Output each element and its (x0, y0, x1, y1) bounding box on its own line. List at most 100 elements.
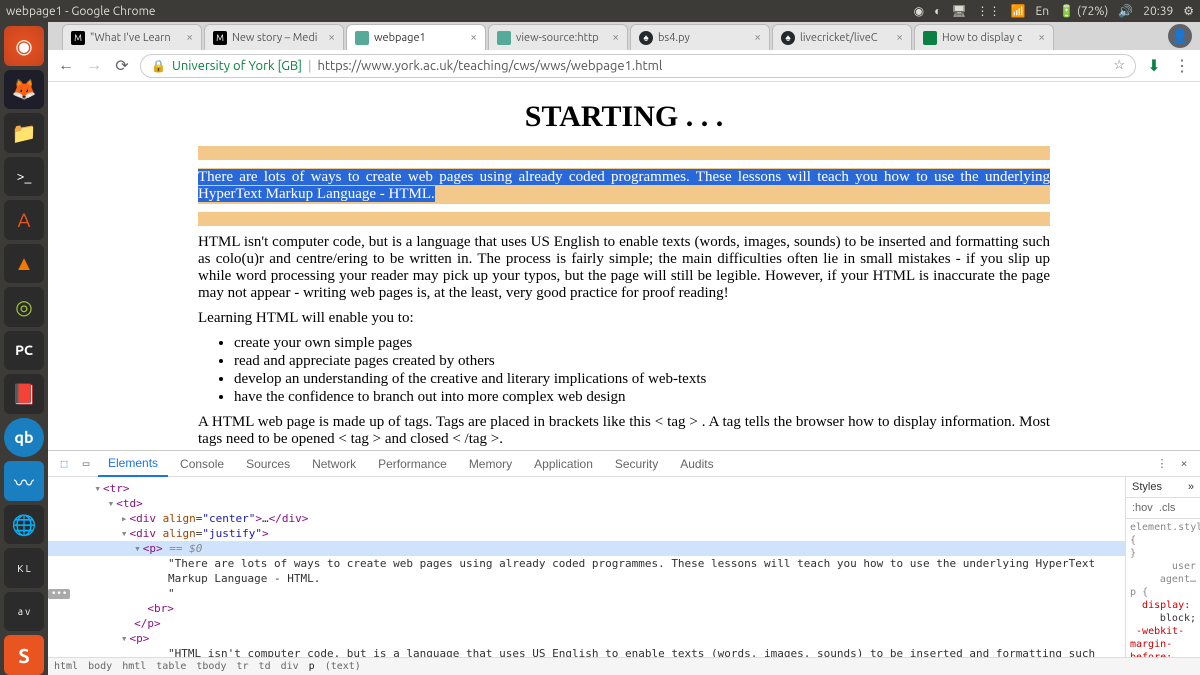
tab-strip: M "What I've Learn × M New story – Medi … (48, 22, 1200, 50)
extension-icon[interactable]: ⬇ (1144, 56, 1164, 76)
clock[interactable]: 20:39 (1143, 5, 1173, 18)
devtools-close-icon[interactable]: × (1174, 454, 1194, 474)
yin-yang-icon[interactable]: ◐ (934, 4, 941, 18)
favicon-icon (355, 31, 369, 45)
dash-icon[interactable]: ◉ (4, 26, 44, 66)
devtools-tab-sources[interactable]: Sources (236, 452, 300, 476)
software-center-icon[interactable]: A (4, 200, 44, 240)
bullet-list: create your own simple pages read and ap… (234, 335, 1050, 406)
collapse-ellipsis-icon[interactable]: ••• (48, 589, 70, 599)
network-icon[interactable]: 📶 (1011, 4, 1026, 18)
waveform-icon[interactable]: 〰 (4, 461, 44, 501)
styles-pane[interactable]: Styles» :hov .cls element.style { } user… (1125, 477, 1200, 657)
favicon-icon (497, 31, 511, 45)
volume-icon[interactable]: 🔊 (1118, 4, 1133, 18)
av-icon[interactable]: a v (4, 592, 44, 632)
styles-tab[interactable]: Styles (1132, 481, 1162, 493)
power-icon[interactable]: ⚙ (1183, 4, 1194, 18)
tab-2[interactable]: webpage1 × (346, 24, 486, 50)
system-bar: webpage1 - Google Chrome ◉ ◐ 🖥 ⋮⋮ 📶 En 🔋… (0, 0, 1200, 22)
devtools-tab-security[interactable]: Security (605, 452, 668, 476)
favicon-icon: M (213, 31, 227, 45)
github-icon: ♠ (781, 31, 795, 45)
close-icon[interactable]: × (896, 31, 903, 44)
devtools-toolbar: ⬚ ▭ Elements Console Sources Network Per… (48, 451, 1200, 477)
github-icon: ♠ (639, 31, 653, 45)
url-text: https://www.york.ac.uk/teaching/cws/wws/… (317, 59, 662, 73)
inspect-element-icon[interactable]: ⬚ (54, 454, 74, 474)
divider (198, 212, 1050, 226)
list-item: have the confidence to branch out into m… (234, 389, 1050, 406)
kl-icon[interactable]: K L (4, 548, 44, 588)
tab-5[interactable]: ♠ livecricket/liveC × (772, 24, 912, 50)
hov-toggle[interactable]: :hov (1132, 502, 1153, 514)
ev-cert-label: University of York [GB] (172, 59, 302, 73)
vlc-icon[interactable]: ▲ (4, 244, 44, 284)
forward-button[interactable]: → (84, 56, 104, 76)
devtools-tab-elements[interactable]: Elements (98, 451, 168, 477)
devtools-tab-console[interactable]: Console (170, 452, 234, 476)
chrome-tray-icon[interactable]: ◉ (914, 4, 924, 18)
favicon-icon (923, 31, 937, 45)
address-bar: ← → ⟳ 🔒 University of York [GB] | https:… (48, 50, 1200, 82)
browser-window: M "What I've Learn × M New story – Medi … (48, 22, 1200, 675)
close-icon[interactable]: × (612, 31, 619, 44)
cls-toggle[interactable]: .cls (1159, 502, 1176, 514)
tab-4[interactable]: ♠ bs4.py × (630, 24, 770, 50)
devtools-tab-application[interactable]: Application (524, 452, 603, 476)
tab-0[interactable]: M "What I've Learn × (62, 24, 202, 50)
chrome-icon[interactable]: 🌐 (4, 505, 44, 545)
omnibox[interactable]: 🔒 University of York [GB] | https://www.… (140, 54, 1136, 78)
close-icon[interactable]: × (754, 31, 761, 44)
window-title: webpage1 - Google Chrome (6, 5, 914, 18)
bookmark-icon[interactable]: ☆ (1113, 58, 1125, 73)
sublime-icon[interactable]: S (4, 635, 44, 675)
more-icon[interactable]: » (1188, 481, 1194, 493)
tab-6[interactable]: How to display c × (914, 24, 1054, 50)
reload-button[interactable]: ⟳ (112, 56, 132, 76)
devtools-tab-audits[interactable]: Audits (670, 452, 723, 476)
page-title: STARTING . . . (198, 100, 1050, 134)
devtools-panel: ⬚ ▭ Elements Console Sources Network Per… (48, 450, 1200, 675)
list-item: read and appreciate pages created by oth… (234, 353, 1050, 370)
breadcrumb[interactable]: html body hmtl table tbody tr td div p (… (48, 657, 1200, 675)
firefox-icon[interactable]: 🦊 (4, 70, 44, 110)
lock-icon: 🔒 (151, 59, 166, 73)
divider (198, 146, 1050, 160)
pycharm-icon[interactable]: PC (4, 331, 44, 371)
wifi-icon[interactable]: ⋮⋮ (977, 4, 1001, 18)
elements-tree[interactable]: <tr> <td> <div align="center">…</div> <d… (48, 477, 1125, 657)
device-toggle-icon[interactable]: ▭ (76, 454, 96, 474)
android-studio-icon[interactable]: ◎ (4, 287, 44, 327)
unity-launcher: ◉ 🦊 📁 >_ A ▲ ◎ PC 📕 qb 〰 🌐 K L a v S (0, 22, 48, 675)
devtools-tab-performance[interactable]: Performance (368, 452, 457, 476)
page-viewport[interactable]: p954 × 36 STARTING . . . There are lots … (48, 82, 1200, 450)
files-icon[interactable]: 📁 (4, 113, 44, 153)
close-icon[interactable]: × (328, 31, 335, 44)
screen-icon[interactable]: 🖥 (951, 4, 966, 18)
devtools-tab-network[interactable]: Network (302, 452, 366, 476)
close-icon[interactable]: × (1038, 31, 1045, 44)
back-button[interactable]: ← (56, 56, 76, 76)
books-icon[interactable]: 📕 (4, 374, 44, 414)
language-indicator[interactable]: En (1036, 5, 1050, 18)
paragraph: A HTML web page is made up of tags. Tags… (198, 414, 1050, 448)
paragraph-highlighted: There are lots of ways to create web pag… (198, 168, 1050, 204)
close-icon[interactable]: × (470, 31, 477, 44)
paragraph: HTML isn't computer code, but is a langu… (198, 234, 1050, 302)
list-item: create your own simple pages (234, 335, 1050, 352)
terminal-icon[interactable]: >_ (4, 157, 44, 197)
tab-3[interactable]: view-source:http × (488, 24, 628, 50)
favicon-icon: M (71, 31, 85, 45)
devtools-menu-icon[interactable]: ⋮ (1152, 454, 1172, 474)
system-tray: ◉ ◐ 🖥 ⋮⋮ 📶 En 🔋 (72%) 🔊 20:39 ⚙ (914, 4, 1194, 18)
list-item: develop an understanding of the creative… (234, 371, 1050, 388)
qbittorrent-icon[interactable]: qb (4, 418, 44, 458)
menu-button[interactable]: ⋮ (1172, 56, 1192, 76)
paragraph: Learning HTML will enable you to: (198, 310, 1050, 327)
profile-button[interactable]: 👤 (1168, 24, 1192, 48)
battery-indicator[interactable]: 🔋 (72%) (1059, 4, 1108, 18)
close-icon[interactable]: × (186, 31, 193, 44)
devtools-tab-memory[interactable]: Memory (459, 452, 522, 476)
tab-1[interactable]: M New story – Medi × (204, 24, 344, 50)
